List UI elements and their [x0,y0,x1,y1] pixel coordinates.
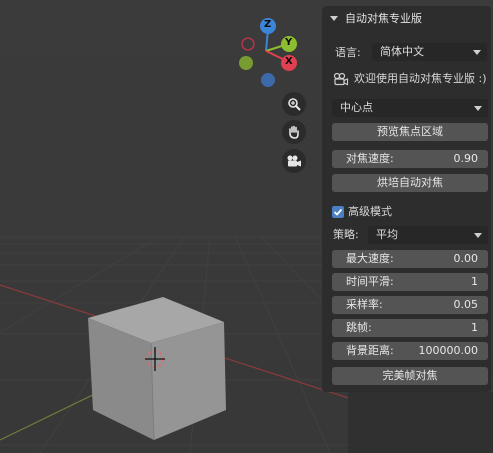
time-smoothing-field[interactable]: 时间平滑: 1 [332,273,488,291]
background-distance-value: 100000.00 [418,344,479,357]
time-smoothing-label: 时间平滑: [346,275,394,288]
panel-header[interactable]: 自动对焦专业版 [322,6,491,30]
info-icon [333,72,349,89]
language-dropdown[interactable]: 简体中文 [372,43,487,61]
focus-speed-label: 对焦速度: [346,152,394,165]
language-value: 简体中文 [380,45,424,58]
chevron-down-icon [474,106,482,111]
focus-mode-dropdown[interactable]: 中心点 [332,99,488,117]
strategy-value: 平均 [376,228,398,241]
focus-speed-field[interactable]: 对焦速度: 0.90 [332,150,488,168]
advanced-mode-checkbox[interactable] [332,206,344,218]
advanced-mode-label: 高级模式 [348,205,392,218]
language-label: 语言: [335,46,361,59]
strategy-dropdown[interactable]: 平均 [368,226,488,244]
panel-title: 自动对焦专业版 [345,12,422,25]
focus-speed-value: 0.90 [453,152,479,165]
strategy-label: 策略: [333,228,359,241]
autofocus-panel: 自动对焦专业版 语言: 简体中文 欢迎使用自动对焦专业版 :) 中心点 预览焦点… [322,6,491,392]
sample-rate-value: 0.05 [453,298,479,311]
checkmark-icon [333,208,343,216]
perfect-frame-focus-button[interactable]: 完美帧对焦 [332,367,488,385]
sample-rate-field[interactable]: 采样率: 0.05 [332,296,488,314]
frame-skip-value: 1 [471,321,478,334]
time-smoothing-value: 1 [471,275,478,288]
gizmo-x-label[interactable]: X [285,56,293,67]
background-distance-field[interactable]: 背景距离: 100000.00 [332,342,488,360]
background-distance-label: 背景距离: [346,344,394,357]
focus-mode-value: 中心点 [340,101,373,114]
zoom-icon[interactable] [282,92,306,116]
welcome-text: 欢迎使用自动对焦专业版 :) [354,72,487,85]
chevron-down-icon [473,50,481,55]
sample-rate-label: 采样率: [346,298,383,311]
frame-skip-label: 跳帧: [346,321,372,334]
bake-autofocus-button[interactable]: 烘培自动对焦 [332,174,488,192]
gizmo-z-label[interactable]: Z [264,19,271,30]
max-speed-field[interactable]: 最大速度: 0.00 [332,250,488,268]
gizmo-y-label[interactable]: Y [285,37,292,48]
preview-focus-area-button[interactable]: 预览焦点区域 [332,123,488,141]
max-speed-label: 最大速度: [346,252,394,265]
max-speed-value: 0.00 [453,252,479,265]
frame-skip-field[interactable]: 跳帧: 1 [332,319,488,337]
chevron-down-icon [474,233,482,238]
collapse-chevron-icon[interactable] [330,15,338,21]
hand-icon[interactable] [282,120,306,144]
camera-icon[interactable] [282,149,306,173]
